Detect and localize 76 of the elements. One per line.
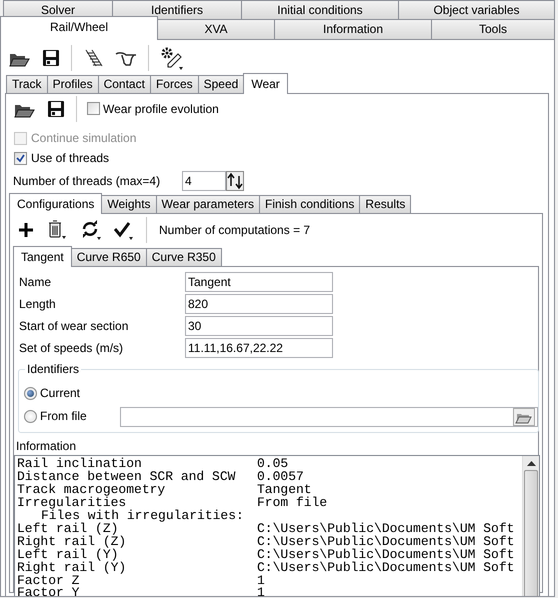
spin-arrows-icon[interactable] [226, 171, 244, 191]
tab[interactable]: Track [6, 75, 48, 93]
tab[interactable]: Tools [431, 19, 555, 39]
info-label: Files with irregularities: [41, 510, 245, 523]
check-icon[interactable] [114, 220, 134, 240]
tab[interactable]: Wear parameters [156, 195, 260, 213]
tab[interactable]: Finish conditions [259, 195, 360, 213]
scroll-thumb[interactable] [524, 470, 538, 596]
checkbox[interactable] [87, 102, 100, 116]
computations-count: Number of computations = 7 [159, 222, 310, 238]
section-title: Information [16, 439, 78, 454]
field-label: Number of threads (max=4) [13, 174, 162, 188]
scrollbar[interactable] [522, 456, 539, 596]
info-label: Factor Z [17, 574, 80, 588]
tab[interactable]: Speed [198, 75, 244, 93]
checkbox-label: Continue simulation [31, 130, 136, 146]
tab[interactable]: Results [359, 195, 412, 213]
checkbox-label: Wear profile evolution [103, 102, 219, 116]
settings-icon[interactable] [159, 44, 185, 70]
field-label: Set of speeds (m/s) [19, 340, 124, 356]
tab[interactable]: Object variables [398, 0, 555, 19]
info-value: 0.0057 [257, 471, 304, 484]
tab[interactable]: Profiles [46, 75, 99, 93]
tab[interactable]: Rail/Wheel [0, 16, 158, 40]
text-field[interactable]: 30 [185, 316, 333, 336]
add-icon[interactable] [18, 221, 34, 239]
tab[interactable]: Curve R350 [146, 248, 222, 266]
field-label: Start of wear section [19, 318, 130, 334]
info-value: C:\Users\Public\Documents\UM Soft [257, 536, 514, 549]
save-icon[interactable] [46, 99, 66, 119]
radio-button[interactable] [24, 387, 37, 400]
text-field[interactable]: Tangent [185, 272, 333, 292]
tab[interactable]: Initial conditions [241, 0, 399, 19]
tab[interactable]: Tangent [13, 246, 72, 267]
number-field[interactable]: 4 [182, 171, 226, 191]
info-value: 1 [257, 574, 265, 588]
text-field[interactable]: 11.11,16.67,22.22 [185, 338, 333, 358]
tab[interactable]: Wear [243, 73, 288, 94]
info-label: Left rail (Z) [17, 522, 118, 536]
refresh-icon[interactable] [80, 219, 102, 241]
info-value: 1 [257, 587, 265, 596]
tab[interactable]: Weights [101, 195, 157, 213]
info-label: Right rail (Z) [17, 536, 128, 549]
tab[interactable]: XVA [157, 19, 275, 39]
tab[interactable]: Curve R650 [70, 248, 147, 266]
info-label: Track macrogeometry [17, 484, 166, 498]
tab[interactable]: Identifiers [112, 0, 242, 19]
info-label: Irregularities [17, 497, 126, 510]
radio-label: From file [40, 409, 88, 424]
tab[interactable]: Information [274, 19, 432, 39]
info-label: Right rail (Y) [17, 562, 128, 575]
checkbox-label: Use of threads [31, 150, 110, 166]
info-value: Tangent [257, 484, 312, 498]
browse-folder-icon[interactable] [513, 408, 535, 426]
info-value: 0.05 [257, 458, 288, 472]
radio-label: Current [40, 386, 82, 401]
tab[interactable]: Contact [98, 75, 151, 93]
file-field[interactable] [120, 406, 538, 426]
info-label: Rail inclination [17, 458, 143, 472]
field-label: Name [19, 274, 52, 290]
save-icon[interactable] [41, 48, 61, 68]
info-label: Left rail (Y) [17, 548, 118, 562]
tab[interactable]: Forces [150, 75, 199, 93]
radio-button[interactable] [24, 410, 37, 423]
info-value: C:\Users\Public\Documents\UM Soft [257, 522, 514, 536]
text-field[interactable]: 820 [185, 294, 333, 314]
info-value: From file [257, 497, 328, 510]
field-label: Length [19, 296, 57, 312]
checkbox[interactable] [14, 152, 27, 164]
info-value: C:\Users\Public\Documents\UM Soft [257, 548, 514, 562]
tab[interactable]: Configurations [9, 193, 102, 214]
info-label: Distance between SCR and SCW [17, 471, 236, 484]
group-title: Identifiers [25, 362, 82, 376]
trash-icon[interactable] [46, 219, 68, 241]
info-value: C:\Users\Public\Documents\UM Soft [257, 562, 514, 575]
scroll-up-icon[interactable] [526, 460, 536, 466]
